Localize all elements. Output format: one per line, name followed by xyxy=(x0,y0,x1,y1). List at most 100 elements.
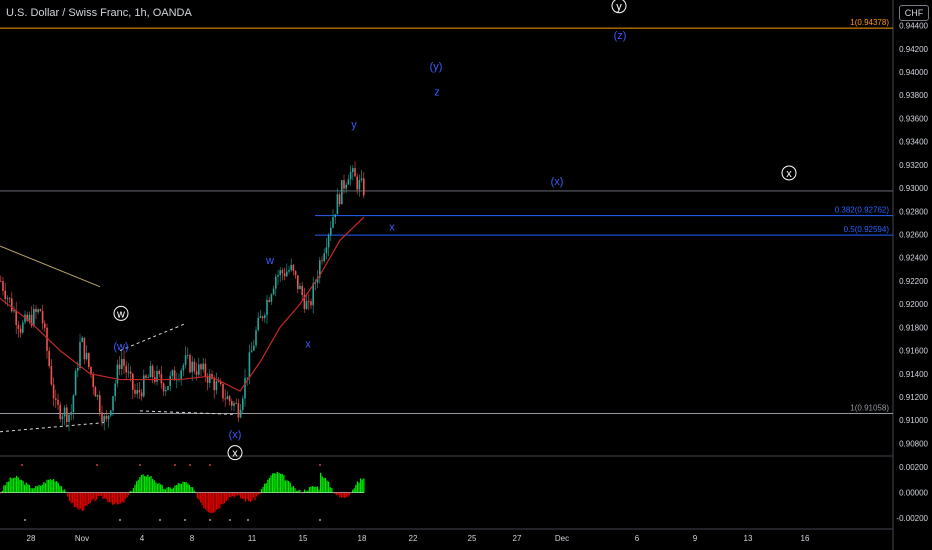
candle-body xyxy=(253,345,255,351)
histogram-bar xyxy=(212,492,215,513)
histogram-bar xyxy=(145,476,147,493)
candle-body xyxy=(193,361,196,372)
candle-body xyxy=(354,168,356,177)
histogram-bar xyxy=(174,485,176,493)
histogram-bar xyxy=(294,488,296,493)
candle-body xyxy=(233,402,235,406)
candle-body xyxy=(261,316,264,319)
histogram-bar xyxy=(340,492,343,498)
signal-dot xyxy=(119,519,121,521)
histogram-bar xyxy=(203,492,205,509)
candle-body xyxy=(103,415,105,422)
histogram-bar xyxy=(342,492,344,497)
time-tick-label: 16 xyxy=(801,534,810,543)
histogram-bar xyxy=(254,492,256,501)
candle-body xyxy=(360,178,363,181)
wave-label: z xyxy=(434,87,440,99)
histogram-bar xyxy=(100,492,103,496)
time-tick-label: 15 xyxy=(299,534,308,543)
histogram-bar xyxy=(232,492,234,497)
time-tick-label: 27 xyxy=(513,534,522,543)
histogram-bar xyxy=(99,492,101,496)
histogram-bar xyxy=(201,492,203,506)
candle-body xyxy=(99,395,101,413)
wave-label: w xyxy=(116,308,125,320)
histogram-bar xyxy=(206,492,208,512)
histogram-bar xyxy=(208,492,210,513)
candle-body xyxy=(112,396,114,411)
histogram-bar xyxy=(59,485,61,493)
candle-body xyxy=(266,300,268,316)
candle-body xyxy=(105,415,108,420)
candle-body xyxy=(167,385,169,390)
histogram-bar xyxy=(214,492,216,512)
candle-body xyxy=(349,172,352,180)
histogram-bar xyxy=(180,483,183,493)
histogram-bar xyxy=(324,477,327,493)
histogram-bar xyxy=(249,492,251,502)
histogram-bar xyxy=(115,492,117,503)
channel-line xyxy=(0,422,106,433)
indicator-tick-label: 0.00000 xyxy=(899,489,928,498)
trend-lines xyxy=(0,245,236,433)
histogram-bar xyxy=(155,482,157,493)
histogram-bar xyxy=(292,485,295,493)
time-tick-label: 8 xyxy=(190,534,195,543)
oscillator-pane xyxy=(0,464,365,521)
candle-body xyxy=(107,415,110,420)
histogram-bar xyxy=(348,492,351,496)
histogram-bar xyxy=(353,488,355,493)
histogram-bar xyxy=(142,474,144,493)
candle-body xyxy=(15,310,17,325)
histogram-bar xyxy=(11,478,13,493)
histogram-bar xyxy=(238,492,240,496)
signal-dot xyxy=(24,519,26,521)
histogram-bar xyxy=(240,492,242,499)
candle-body xyxy=(345,184,347,189)
histogram-bar xyxy=(67,492,69,497)
candle-body xyxy=(50,366,53,385)
histogram-bar xyxy=(331,488,333,493)
histogram-bar xyxy=(123,492,125,503)
price-tick-label: 0.91200 xyxy=(899,393,928,402)
histogram-bar xyxy=(184,482,186,493)
histogram-bar xyxy=(358,482,360,493)
histogram-bar xyxy=(22,480,24,493)
candle-body xyxy=(116,364,119,384)
histogram-bar xyxy=(105,492,107,499)
histogram-bar xyxy=(320,472,322,493)
candle-body xyxy=(264,315,266,319)
candle-body xyxy=(136,390,138,394)
candle-body xyxy=(308,301,310,303)
candle-body xyxy=(118,364,121,369)
candle-body xyxy=(162,383,165,392)
candle-body xyxy=(79,341,81,368)
histogram-bar xyxy=(310,486,312,493)
histogram-bar xyxy=(246,492,248,500)
histogram-bar xyxy=(6,481,8,493)
time-tick-label: 6 xyxy=(635,534,640,543)
histogram-bar xyxy=(107,492,109,502)
histogram-bar xyxy=(235,492,237,496)
candle-body xyxy=(94,387,97,397)
histogram-bar xyxy=(25,482,27,493)
histogram-bar xyxy=(209,492,211,514)
histogram-bar xyxy=(204,492,207,510)
signal-dot xyxy=(184,519,186,521)
histogram-bar xyxy=(54,481,56,493)
candle-body xyxy=(39,309,42,312)
candle-body xyxy=(156,370,158,382)
price-chart[interactable]: 1(0.94378) 0.382(0.92762) 0.5(0.92594) 1(0.… xyxy=(0,0,932,550)
candle-body xyxy=(138,390,141,393)
signal-dot xyxy=(319,464,321,466)
candle-body xyxy=(301,285,303,296)
histogram-bar xyxy=(78,492,80,510)
time-tick-label: 18 xyxy=(358,534,367,543)
histogram-bar xyxy=(244,492,247,502)
histogram-bar xyxy=(16,475,18,493)
fib-level-label: 1(0.91058) xyxy=(850,403,889,412)
candle-body xyxy=(66,407,68,422)
candle-body xyxy=(268,300,270,302)
candle-body xyxy=(121,359,123,369)
candle-body xyxy=(286,271,288,277)
